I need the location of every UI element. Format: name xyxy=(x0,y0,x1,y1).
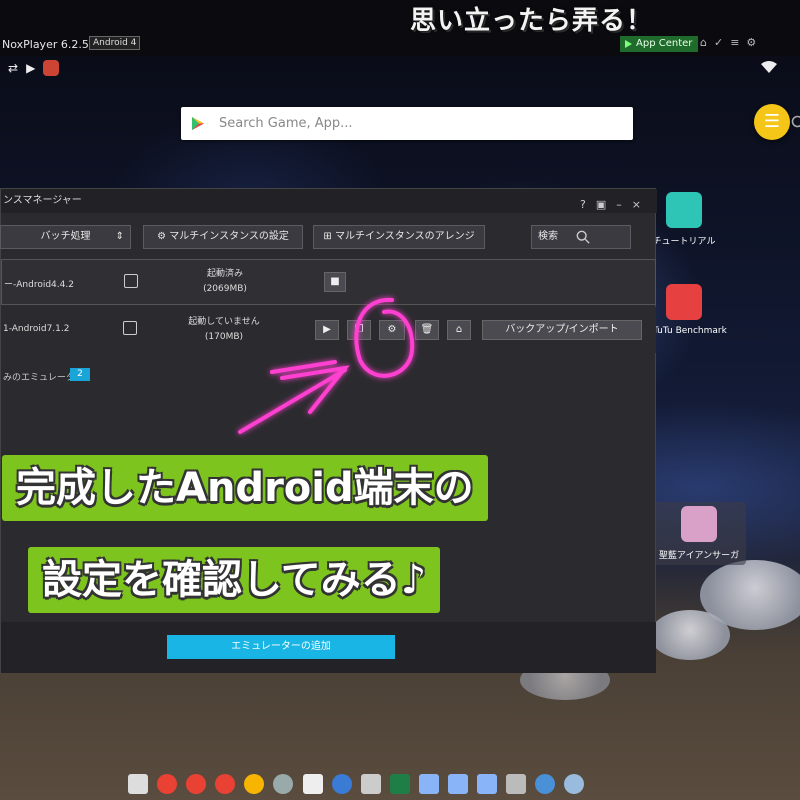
wifi-icon xyxy=(760,60,778,77)
instance-row[interactable]: 1-Android7.1.2 起動していません (170MB) ▶ ❐ ⚙ 🗑 … xyxy=(1,307,656,353)
chevron-updown-icon: ⇕ xyxy=(115,231,124,242)
play-store-icon xyxy=(192,117,204,130)
finder-icon[interactable] xyxy=(128,774,148,794)
instance-settings-gear-button[interactable]: ⚙ xyxy=(379,320,405,340)
folder-icon[interactable] xyxy=(477,774,498,794)
radio-dish xyxy=(650,610,730,660)
search-input[interactable] xyxy=(219,113,589,133)
settings-icon: ⚙ xyxy=(157,231,167,242)
start-button[interactable]: ▶ xyxy=(315,320,339,340)
nox-app-icon xyxy=(43,60,60,76)
trash-icon: 🗑 xyxy=(420,324,434,335)
folder-icon[interactable] xyxy=(418,774,439,794)
network-icon[interactable] xyxy=(535,774,556,794)
globe-icon[interactable] xyxy=(331,774,352,794)
instance-arrange-button[interactable]: ⊞ マルチインスタンスのアレンジ xyxy=(313,225,485,249)
app-iron-saga[interactable]: 聖藍アイアンサーガ xyxy=(652,502,746,565)
bird-icon[interactable] xyxy=(564,774,585,794)
window-title: NoxPlayer 6.2.5.0 xyxy=(2,38,100,51)
document-icon[interactable] xyxy=(302,774,323,794)
backup-import-label: バックアップ/インポート xyxy=(505,324,619,335)
app-label: 聖藍アイアンサーガ xyxy=(658,551,740,561)
play-store-status-icon: ▶ xyxy=(26,60,36,75)
batch-label: バッチ処理 xyxy=(40,231,91,242)
copy-icon: ❐ xyxy=(354,324,364,335)
antutu-icon xyxy=(666,284,702,320)
gear-icon: ⚙ xyxy=(387,324,397,335)
emulator-count-badge: 2 xyxy=(70,368,90,381)
app-menu-fab[interactable]: ☰ xyxy=(754,104,790,140)
instance-status: 起動済み (2069MB) xyxy=(165,267,285,297)
instance-row[interactable]: ー-Android4.4.2 起動済み (2069MB) ■ xyxy=(1,259,656,305)
instance-settings-button[interactable]: ⚙ マルチインスタンスの設定 xyxy=(143,225,303,249)
manager-title: ンスマネージャー xyxy=(3,195,82,206)
excel-icon[interactable] xyxy=(389,774,410,794)
instance-arrange-label: マルチインスタンスのアレンジ xyxy=(334,231,475,242)
instance-name: ー-Android4.4.2 xyxy=(4,280,74,290)
stop-icon: ■ xyxy=(330,276,340,287)
chrome-dev-icon[interactable] xyxy=(215,774,236,794)
status-text: 起動済み xyxy=(206,269,243,279)
title-bar: 思い立ったら弄る！ NoxPlayer 6.2.5.0 Android 4 Ap… xyxy=(0,0,800,56)
instance-status: 起動していません (170MB) xyxy=(164,315,284,345)
delete-button[interactable]: 🗑 xyxy=(415,320,439,340)
folder-icon[interactable] xyxy=(448,774,469,794)
manager-search-placeholder: 検索 xyxy=(538,231,558,242)
menu-icon[interactable]: ≡ xyxy=(730,36,746,49)
taskbar-dock xyxy=(126,770,596,800)
arrange-icon: ⊞ xyxy=(323,231,332,242)
edit-icon[interactable] xyxy=(123,321,137,335)
disk-size: (2069MB) xyxy=(203,284,247,294)
notes-icon[interactable] xyxy=(360,774,381,794)
android-version-badge: Android 4 xyxy=(89,36,141,50)
folder-icon[interactable]: ▣ xyxy=(596,198,616,211)
manager-search-box[interactable]: 検索 xyxy=(531,225,631,249)
search-bar[interactable] xyxy=(181,107,800,140)
stop-button[interactable]: ■ xyxy=(324,272,346,292)
edit-icon[interactable] xyxy=(124,274,138,288)
list-icon: ☰ xyxy=(763,111,781,132)
status-bar-left: ⇄ ▶ xyxy=(8,60,67,76)
window-controls: ⌂✓≡⚙ xyxy=(700,36,763,49)
broom-icon: ⌂ xyxy=(455,324,463,335)
batch-button[interactable]: バッチ処理 ⇕ xyxy=(0,225,131,249)
add-emulator-button[interactable]: エミュレーターの追加 xyxy=(167,635,395,659)
copy-button[interactable]: ❐ xyxy=(347,320,371,340)
caption-line-1: 完成したAndroid端末の xyxy=(2,455,488,521)
steam-icon[interactable] xyxy=(273,774,294,794)
chrome-icon[interactable] xyxy=(157,774,178,794)
instance-name: 1-Android7.1.2 xyxy=(3,324,70,334)
home-icon[interactable]: ⌂ xyxy=(700,36,714,49)
corner-title: 思い立ったら弄る！ xyxy=(410,6,654,36)
shuffle-icon: ⇄ xyxy=(8,60,19,75)
gear-icon[interactable]: ⚙ xyxy=(746,36,763,49)
chrome-beta-icon[interactable] xyxy=(186,774,207,794)
manager-window-controls: ?▣–× xyxy=(580,193,651,217)
game-icon xyxy=(681,506,717,542)
status-text: 起動していません xyxy=(188,317,260,327)
search-icon xyxy=(576,230,590,244)
check-icon[interactable]: ✓ xyxy=(714,36,730,49)
instance-settings-label: マルチインスタンスの設定 xyxy=(169,231,289,242)
manager-title-bar: ンスマネージャー ?▣–× xyxy=(1,189,657,213)
search-icon[interactable] xyxy=(791,115,800,131)
minimize-icon[interactable]: – xyxy=(616,198,632,211)
disk-size: (170MB) xyxy=(204,332,244,342)
question-icon xyxy=(666,192,702,228)
close-icon[interactable]: × xyxy=(632,198,651,211)
caption-line-2: 設定を確認してみる♪ xyxy=(28,547,441,613)
play-icon: ▶ xyxy=(323,324,331,335)
backup-import-button[interactable]: バックアップ/インポート xyxy=(482,320,642,340)
help-icon[interactable]: ? xyxy=(580,198,596,211)
clean-button[interactable]: ⌂ xyxy=(447,320,471,340)
app-center-button[interactable]: App Center xyxy=(620,36,699,52)
chrome-canary-icon[interactable] xyxy=(244,774,265,794)
tools-icon[interactable] xyxy=(506,774,527,794)
